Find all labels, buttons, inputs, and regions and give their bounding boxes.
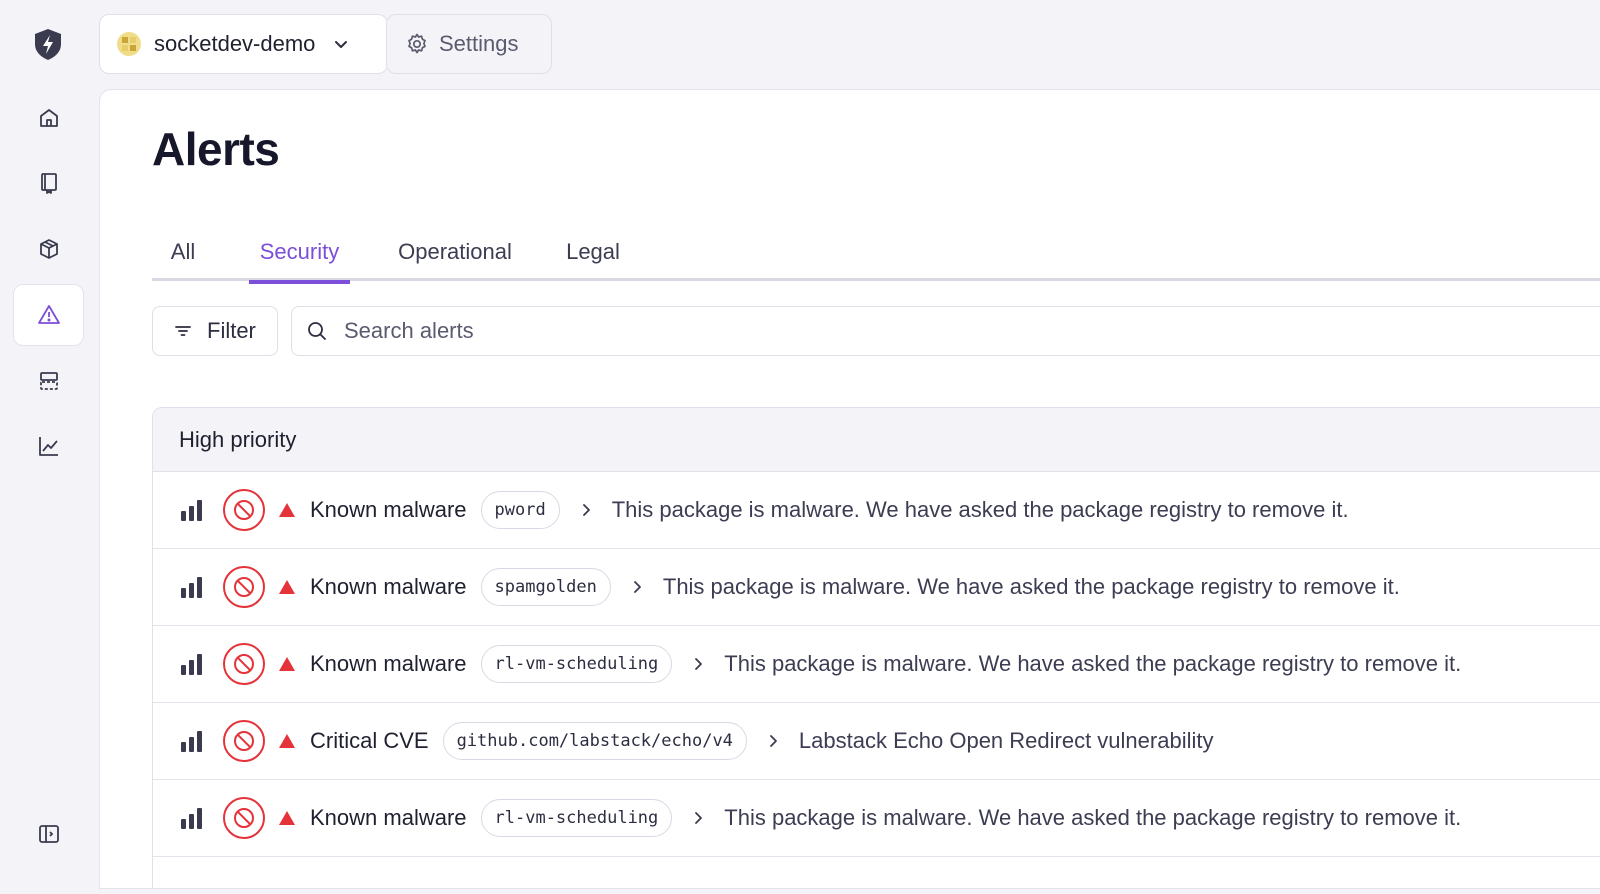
- repo-book-icon: [40, 173, 57, 194]
- package-icon: [39, 239, 58, 259]
- package-pill[interactable]: spamgolden: [480, 568, 611, 606]
- settings-button[interactable]: Settings: [386, 14, 552, 74]
- severity-bars-icon: [181, 654, 202, 675]
- alert-description: This package is malware. We have asked t…: [724, 805, 1462, 830]
- tab-security[interactable]: Security: [249, 223, 350, 284]
- package-pill[interactable]: rl-vm-scheduling: [480, 645, 673, 683]
- critical-triangle-icon: [279, 811, 295, 825]
- alert-row[interactable]: Critical CVE github.com/labstack/echo/v4…: [153, 703, 1600, 780]
- chevron-down-icon: [335, 41, 348, 48]
- alert-description: This package is malware. We have asked t…: [662, 574, 1400, 599]
- stack-icon: [39, 372, 58, 390]
- alert-type: Known malware: [310, 651, 467, 676]
- filter-label: Filter: [207, 318, 256, 343]
- alert-tabs: All Security Operational Legal: [152, 223, 1600, 284]
- alert-row[interactable]: Known malware rl-vm-scheduling This pack…: [153, 626, 1600, 703]
- chevron-right-icon: [582, 504, 590, 516]
- search-box[interactable]: [291, 306, 1600, 356]
- chevron-right-icon: [633, 581, 641, 593]
- org-switcher[interactable]: socketdev-demo: [99, 14, 388, 74]
- chevron-right-icon: [770, 735, 777, 747]
- severity-bars-icon: [181, 731, 202, 752]
- alert-type: Known malware: [310, 574, 467, 599]
- search-icon: [308, 322, 326, 340]
- sidebar-item-stack[interactable]: [13, 350, 84, 412]
- alert-type: Known malware: [310, 497, 467, 522]
- package-pill[interactable]: pword: [480, 491, 560, 529]
- severity-bars-icon: [181, 577, 202, 598]
- alert-row[interactable]: Known malware pword This package is malw…: [153, 472, 1600, 549]
- filter-button[interactable]: Filter: [152, 306, 278, 356]
- blocked-icon: [223, 720, 265, 762]
- critical-triangle-icon: [279, 734, 295, 748]
- org-avatar-icon: [117, 32, 141, 56]
- group-header: High priority: [153, 408, 1600, 472]
- alert-description: Labstack Echo Open Redirect vulnerabilit…: [798, 728, 1214, 753]
- socket-logo-icon[interactable]: [30, 26, 66, 62]
- filter-icon: [175, 326, 191, 336]
- sidebar-collapse-button[interactable]: [13, 803, 84, 865]
- gear-icon: [408, 33, 426, 54]
- sidebar-item-repositories[interactable]: [13, 152, 84, 214]
- severity-bars-icon: [181, 808, 202, 829]
- blocked-icon: [223, 643, 265, 685]
- severity-bars-icon: [181, 500, 202, 521]
- settings-label: Settings: [439, 31, 519, 56]
- blocked-icon: [223, 797, 265, 839]
- chevron-right-icon: [695, 812, 703, 824]
- search-input[interactable]: [344, 318, 1544, 344]
- alert-type: Known malware: [310, 805, 467, 830]
- alert-description: This package is malware. We have asked t…: [611, 497, 1349, 522]
- home-icon: [39, 109, 58, 127]
- chevron-right-icon: [695, 658, 703, 670]
- tab-all[interactable]: All: [152, 223, 214, 281]
- sidebar: [0, 0, 97, 894]
- sidebar-item-packages[interactable]: [13, 218, 84, 280]
- package-pill[interactable]: rl-vm-scheduling: [480, 799, 673, 837]
- alert-type: Critical CVE: [310, 728, 429, 753]
- sidebar-item-home[interactable]: [13, 87, 84, 149]
- sidebar-toggle-icon: [38, 825, 59, 843]
- alert-triangle-icon: [37, 305, 60, 324]
- alerts-table: High priority Known malware pword This p…: [152, 407, 1600, 888]
- tab-legal[interactable]: Legal: [558, 223, 628, 281]
- tab-operational[interactable]: Operational: [388, 223, 522, 281]
- alert-row[interactable]: Known malware rl-vm-scheduling This pack…: [153, 780, 1600, 857]
- blocked-icon: [223, 489, 265, 531]
- package-pill[interactable]: github.com/labstack/echo/v4: [442, 722, 747, 760]
- alert-description: This package is malware. We have asked t…: [724, 651, 1462, 676]
- blocked-icon: [223, 566, 265, 608]
- page-title: Alerts: [152, 123, 280, 175]
- critical-triangle-icon: [279, 657, 295, 671]
- chart-icon: [38, 437, 58, 456]
- critical-triangle-icon: [279, 503, 295, 517]
- critical-triangle-icon: [279, 580, 295, 594]
- sidebar-item-alerts[interactable]: [13, 284, 84, 346]
- alert-row[interactable]: Known malware spamgolden This package is…: [153, 549, 1600, 626]
- sidebar-item-analytics[interactable]: [13, 415, 84, 477]
- main-panel: Alerts All Security Operational Legal Fi…: [99, 89, 1600, 889]
- org-name: socketdev-demo: [154, 31, 316, 56]
